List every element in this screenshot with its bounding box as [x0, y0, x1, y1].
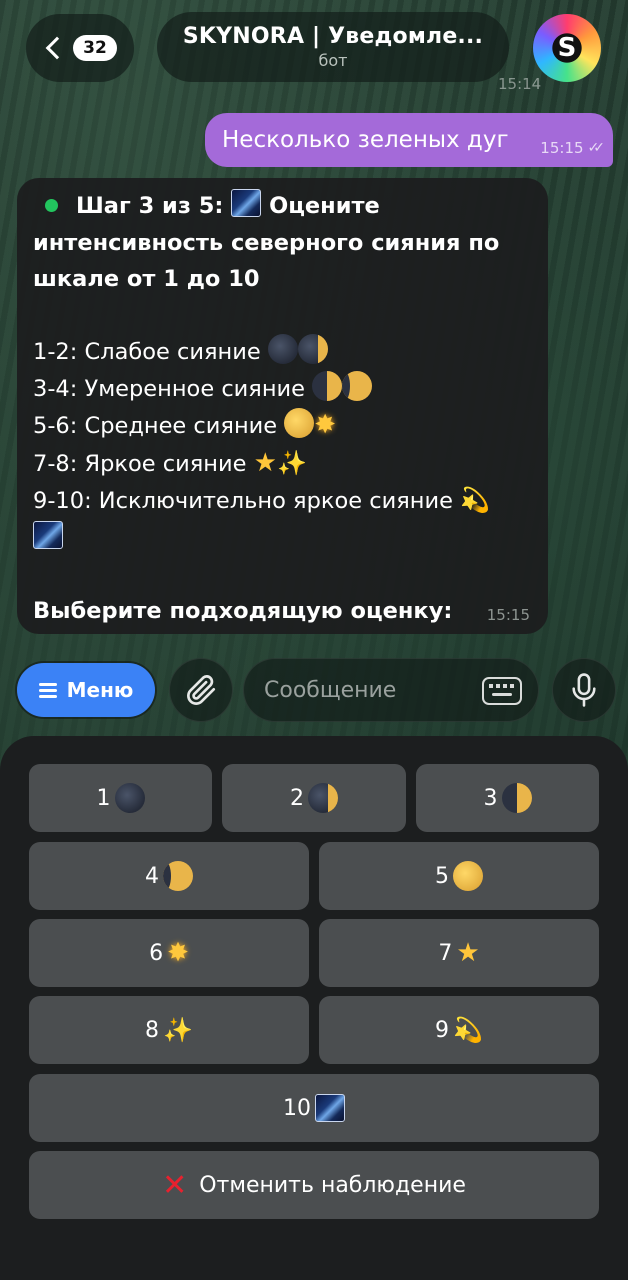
sparkles-icon: ✨ — [276, 448, 307, 477]
outgoing-message[interactable]: Несколько зеленых дуг 15:15 ✓✓ — [205, 113, 613, 167]
voice-message-button[interactable] — [552, 658, 616, 722]
chat-title: SKYNORA | Уведомле... — [182, 24, 484, 49]
unread-count-badge: 32 — [73, 35, 117, 61]
milky-way-icon — [231, 189, 262, 217]
rating-button-9[interactable]: 9 💫 — [319, 996, 599, 1064]
rating-button-4[interactable]: 4 — [29, 842, 309, 910]
attach-button[interactable] — [169, 658, 233, 722]
menu-button-label: Меню — [66, 678, 134, 702]
back-button[interactable]: 32 — [26, 14, 134, 82]
message-meta: 15:15 ✓✓ — [540, 139, 606, 157]
incoming-message[interactable]: Шаг 3 из 5: Оцените интенсивность северн… — [17, 178, 548, 634]
scale-item: 5-6: Среднее сияние ✸ — [33, 408, 337, 440]
milky-way-icon — [315, 1094, 345, 1122]
green-circle-icon — [45, 199, 58, 212]
dizzy-icon: 💫 — [460, 486, 490, 514]
rating-button-8[interactable]: 8 ✨ — [29, 996, 309, 1064]
header-time-overlay: 15:14 — [498, 75, 542, 93]
rating-button-10[interactable]: 10 — [29, 1074, 599, 1142]
menu-icon — [38, 683, 57, 698]
rating-button-7[interactable]: 7 ★ — [319, 919, 599, 987]
chat-header[interactable]: SKYNORA | Уведомле... бот — [157, 12, 509, 82]
scale-item: 7-8: Яркое сияние ★✨ — [33, 447, 307, 478]
message-input-container[interactable] — [243, 658, 539, 722]
new-moon-icon — [114, 783, 145, 813]
waxing-gibbous-moon-icon — [163, 861, 193, 891]
message-input[interactable] — [264, 677, 474, 703]
waxing-gibbous-moon-icon — [342, 370, 373, 401]
chat-subtitle: бот — [318, 51, 348, 70]
waxing-crescent-moon-icon — [308, 783, 338, 813]
bot-avatar[interactable]: S — [533, 14, 601, 82]
star-icon: ★ — [456, 938, 480, 968]
scale-item: 1-2: Слабое сияние — [33, 334, 532, 371]
full-moon-icon — [284, 408, 315, 438]
microphone-icon — [572, 673, 596, 707]
rating-button-1[interactable]: 1 — [29, 764, 212, 832]
dizzy-icon: 💫 — [453, 1016, 483, 1044]
keyboard-toggle-icon[interactable] — [482, 677, 522, 705]
rating-button-5[interactable]: 5 — [319, 842, 599, 910]
message-title-line: шкале от 1 до 10 — [33, 266, 260, 292]
scale-item: 3-4: Умеренное сияние — [33, 370, 532, 408]
glowing-star-icon: ✸ — [314, 410, 337, 440]
first-quarter-moon-icon — [501, 783, 532, 813]
cancel-observation-button[interactable]: ✕ Отменить наблюдение — [29, 1151, 599, 1219]
message-time: 15:15 — [540, 139, 584, 157]
chevron-left-icon — [45, 36, 69, 60]
star-icon: ★ — [253, 447, 277, 478]
glowing-star-icon: ✸ — [167, 938, 189, 968]
new-moon-icon — [267, 334, 298, 364]
milky-way-icon — [33, 520, 63, 549]
paperclip-icon — [187, 675, 216, 705]
message-time: 15:15 — [486, 606, 530, 624]
first-quarter-moon-icon — [312, 370, 343, 401]
rating-button-3[interactable]: 3 — [416, 764, 599, 832]
cross-mark-icon: ✕ — [162, 1167, 188, 1203]
outgoing-message-text: Несколько зеленых дуг — [222, 127, 509, 153]
message-title-line: Шаг 3 из 5: Оцените — [33, 188, 532, 225]
full-moon-icon — [453, 861, 483, 891]
sparkles-icon: ✨ — [163, 1016, 193, 1044]
logo-icon: S — [557, 33, 577, 63]
message-title-line: интенсивность северного сияния по — [33, 229, 500, 256]
menu-button[interactable]: Меню — [17, 663, 155, 717]
rating-button-2[interactable]: 2 — [222, 764, 406, 832]
waxing-crescent-moon-icon — [297, 334, 328, 364]
message-prompt: Выберите подходящую оценку: — [33, 597, 453, 624]
rating-button-6[interactable]: 6 ✸ — [29, 919, 309, 987]
scale-item: 9-10: Исключительно яркое сияние 💫 — [33, 486, 490, 514]
double-check-icon: ✓✓ — [587, 140, 606, 156]
